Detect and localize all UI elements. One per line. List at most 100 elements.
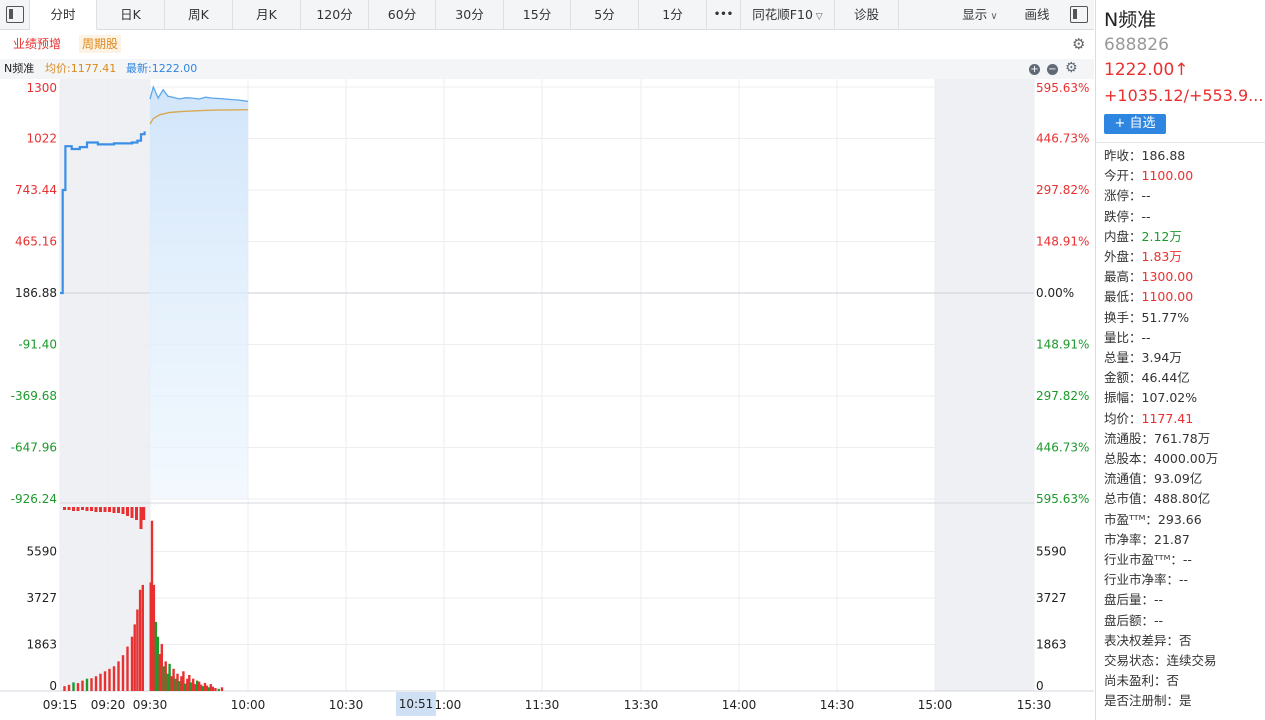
volume-bar bbox=[112, 666, 116, 691]
stat-label: 交易状态： bbox=[1104, 653, 1167, 668]
tab-15min[interactable]: 15分 bbox=[504, 0, 571, 30]
stat-row: 涨停：-- bbox=[1104, 186, 1151, 206]
percent-tick-label: 297.82% bbox=[1036, 183, 1089, 197]
stat-value: -- bbox=[1154, 592, 1164, 608]
volume-tick-label: 3727 bbox=[26, 591, 57, 605]
auction-imbalance-bar bbox=[103, 507, 107, 512]
stat-value: -- bbox=[1182, 552, 1192, 567]
tag-cyclical-stock[interactable]: 周期股 bbox=[79, 35, 122, 53]
stat-label: 总股本： bbox=[1104, 451, 1155, 466]
stat-value: 3.94万 bbox=[1141, 350, 1182, 365]
tab-daily-k[interactable]: 日K bbox=[97, 0, 165, 30]
chevron-down-icon: ∨ bbox=[987, 11, 998, 22]
auction-imbalance-bar bbox=[139, 507, 143, 529]
price-tick-label: 186.88 bbox=[15, 286, 57, 300]
price-tick-label: 1300 bbox=[26, 81, 57, 95]
auction-imbalance-bar bbox=[99, 507, 102, 512]
stat-label: 内盘： bbox=[1104, 228, 1142, 244]
volume-tick-label: 1863 bbox=[26, 638, 57, 652]
tab-weekly-k[interactable]: 周K bbox=[165, 0, 233, 30]
stat-label: 流通值： bbox=[1104, 471, 1155, 487]
stat-row: 流通股：761.78万 bbox=[1104, 429, 1210, 449]
side-panel-toggle-button[interactable] bbox=[1064, 0, 1094, 30]
auction-imbalance-bar bbox=[63, 507, 66, 510]
tab-30min[interactable]: 30分 bbox=[436, 0, 504, 30]
stat-label: 最低： bbox=[1104, 289, 1142, 305]
stat-row: 外盘：1.83万 bbox=[1104, 247, 1182, 267]
tag-earnings-preview[interactable]: 业绩预增 bbox=[10, 35, 64, 53]
tab-5min[interactable]: 5分 bbox=[571, 0, 639, 30]
stat-label: 行业市净率： bbox=[1104, 572, 1180, 588]
percent-tick-label: 446.73% bbox=[1036, 132, 1089, 146]
draw-line-button[interactable]: 画线 bbox=[1012, 0, 1062, 30]
volume-bar bbox=[136, 609, 139, 691]
auction-imbalance-bar bbox=[81, 507, 84, 510]
gear-icon[interactable]: ⚙ bbox=[1065, 60, 1078, 76]
zoom-in-icon[interactable]: + bbox=[1029, 64, 1040, 75]
volume-bar bbox=[217, 688, 220, 691]
auction-imbalance-bar bbox=[121, 507, 125, 514]
stat-value: 186.88 bbox=[1141, 148, 1186, 163]
stat-label: 最高： bbox=[1104, 269, 1142, 285]
add-to-watchlist-button[interactable]: + 自选 bbox=[1104, 114, 1166, 134]
stat-value: 1100.00 bbox=[1141, 168, 1194, 184]
more-periods-button[interactable]: ••• bbox=[707, 0, 741, 30]
volume-bar bbox=[121, 655, 125, 691]
auction-period-shade bbox=[60, 79, 150, 691]
volume-bar bbox=[81, 680, 84, 691]
volume-bar bbox=[99, 673, 102, 691]
chart-stock-name: N频准 bbox=[4, 62, 35, 75]
tab-120min[interactable]: 120分 bbox=[301, 0, 369, 30]
stat-row: 总市值：488.80亿 bbox=[1104, 489, 1210, 509]
f10-dropdown[interactable]: 同花顺F10 ▽ bbox=[741, 0, 835, 30]
volume-bar bbox=[67, 684, 71, 691]
percent-tick-label: 595.63% bbox=[1036, 492, 1089, 506]
tab-intraday[interactable]: 分时 bbox=[30, 0, 97, 30]
layout-toggle-button[interactable] bbox=[0, 0, 30, 30]
after-hours-shade bbox=[935, 79, 1034, 691]
auction-imbalance-bar bbox=[90, 507, 93, 511]
display-dropdown[interactable]: 显示 ∨ bbox=[948, 0, 1012, 30]
tab-monthly-k[interactable]: 月K bbox=[233, 0, 301, 30]
time-tick-label: 09:20 bbox=[91, 698, 126, 712]
volume-bar bbox=[85, 678, 89, 691]
volume-bar bbox=[90, 678, 93, 691]
stat-row: 均价：1177.41 bbox=[1104, 409, 1193, 429]
zoom-out-icon[interactable]: − bbox=[1047, 64, 1058, 75]
quote-panel: N频准 688826 1222.00↑ +1035.12/+553.9... +… bbox=[1095, 0, 1265, 720]
time-tick-label: 13:30 bbox=[624, 698, 659, 712]
price-tick-label: -926.24 bbox=[11, 492, 57, 506]
stat-label: 昨收： bbox=[1104, 148, 1142, 163]
stock-price: 1222.00↑ bbox=[1104, 60, 1189, 80]
volume-tick-label: 5590 bbox=[26, 545, 57, 559]
price-tick-label: 465.16 bbox=[15, 235, 57, 249]
stat-row: 盘后额：-- bbox=[1104, 611, 1163, 631]
volume-bar bbox=[72, 682, 75, 691]
tab-60min[interactable]: 60分 bbox=[369, 0, 436, 30]
percent-tick-label: 0.00% bbox=[1036, 286, 1074, 300]
auction-imbalance-bar bbox=[85, 507, 89, 511]
volume-bar bbox=[220, 687, 224, 691]
f10-label: 同花顺F10 bbox=[752, 7, 813, 22]
time-tick-label: 10:30 bbox=[329, 698, 364, 712]
tab-1min[interactable]: 1分 bbox=[639, 0, 707, 30]
diagnose-button[interactable]: 诊股 bbox=[835, 0, 899, 30]
time-tick-label: 09:15 bbox=[43, 698, 78, 712]
stat-row: 表决权差异：否 bbox=[1104, 631, 1192, 651]
intraday-chart[interactable]: 1300 1022 743.44 465.16 186.88 -91.40 -369.68 -… bbox=[0, 79, 1094, 720]
stat-value: 是 bbox=[1179, 693, 1192, 709]
stat-row: 行业市净率：-- bbox=[1104, 570, 1188, 590]
period-toolbar: 分时 日K 周K 月K 120分 60分 30分 15分 5分 1分 ••• 同… bbox=[0, 0, 1094, 30]
panel-layout-icon bbox=[6, 6, 24, 23]
gear-icon[interactable]: ⚙ bbox=[1072, 35, 1085, 53]
stat-row: 总股本：4000.00万 bbox=[1104, 449, 1218, 469]
stat-value: 1300.00 bbox=[1141, 269, 1194, 285]
avg-price-legend: 均价:1177.41 bbox=[45, 62, 117, 75]
percent-tick-label: 297.82% bbox=[1036, 389, 1089, 403]
stat-row: 盘后量：-- bbox=[1104, 590, 1163, 610]
price-tick-label: -369.68 bbox=[11, 389, 57, 403]
auction-imbalance-bar bbox=[67, 507, 71, 510]
auction-imbalance-bar bbox=[76, 507, 80, 511]
auction-imbalance-bar bbox=[94, 507, 98, 512]
stat-label: 是否注册制： bbox=[1104, 693, 1180, 709]
